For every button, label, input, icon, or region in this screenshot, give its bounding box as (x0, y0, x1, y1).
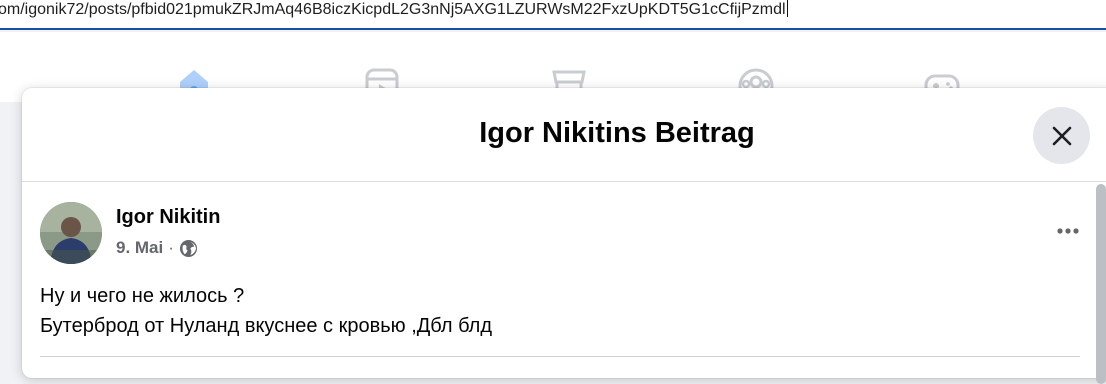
close-icon (1052, 126, 1071, 145)
avatar[interactable] (40, 202, 102, 264)
post-meta: 9. Mai · (116, 238, 198, 258)
address-bar[interactable]: om/igonik72/posts/pfbid021pmukZRJmAq46B8… (0, 0, 1106, 30)
url-text[interactable]: om/igonik72/posts/pfbid021pmukZRJmAq46B8… (0, 0, 788, 24)
post-body: Ну и чего не жилось ? Бутерброд от Нулан… (40, 281, 492, 341)
meta-separator: · (168, 238, 174, 257)
post-text-line: Ну и чего не жилось ? (40, 285, 245, 307)
modal-scrollbar[interactable] (1096, 184, 1106, 384)
post-date[interactable]: 9. Mai (116, 238, 163, 258)
more-options-button[interactable] (1050, 216, 1086, 246)
modal-title: Igor Nikitins Beitrag (479, 117, 755, 149)
author-name[interactable]: Igor Nikitin (116, 206, 220, 229)
attachment-preview[interactable] (40, 356, 1080, 366)
more-options-icon (1057, 228, 1079, 234)
close-button[interactable] (1033, 107, 1090, 164)
post-text-line: Бутерброд от Нуланд вкуснее с кровью ,Дб… (40, 315, 492, 337)
modal-header: Igor Nikitins Beitrag (22, 88, 1106, 182)
globe-icon[interactable] (179, 239, 198, 258)
text-caret (786, 0, 788, 17)
author-photo (40, 202, 102, 264)
